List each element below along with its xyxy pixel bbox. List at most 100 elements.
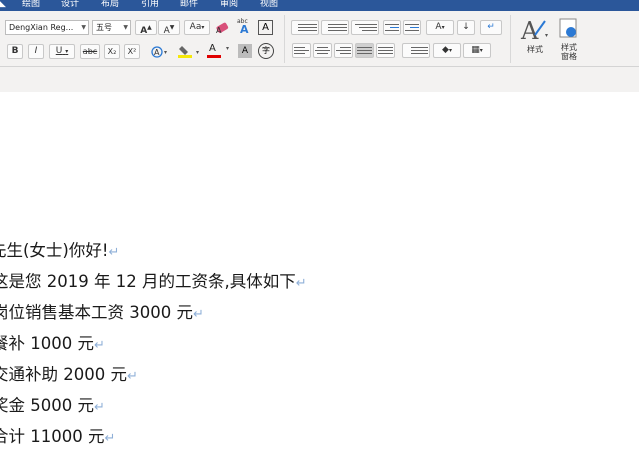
decrease-indent-button[interactable]	[383, 20, 401, 35]
chinese-layout-icon: A▾	[435, 22, 445, 32]
tab-draw[interactable]: 绘图	[22, 0, 40, 10]
font-name-value: DengXian Reg...	[9, 23, 74, 32]
align-right-icon	[335, 44, 352, 54]
font-color-button[interactable]: A ▾	[206, 43, 234, 59]
line-text: 交通补助 2000 元	[0, 365, 127, 384]
ribbon-tab-bar: ◣ 绘图 设计 布局 引用 邮件 审阅 视图	[0, 0, 639, 11]
align-center-icon	[314, 44, 331, 54]
tab-review[interactable]: 审阅	[220, 0, 238, 10]
highlight-button[interactable]: ▾	[176, 44, 204, 59]
character-shading-icon: A	[241, 46, 249, 56]
change-case-button[interactable]: Aa▾	[184, 20, 210, 35]
line-spacing-button[interactable]	[402, 43, 430, 58]
tab-mailings[interactable]: 邮件	[180, 0, 198, 10]
document-line: 交通补助 2000 元↵	[0, 363, 138, 387]
document-line: 先生(女士)你好!↵	[0, 239, 119, 263]
group-divider	[510, 15, 511, 63]
chinese-layout-button[interactable]: A▾	[426, 20, 454, 35]
font-name-select[interactable]: DengXian Reg... ▼	[5, 20, 89, 35]
phonetic-a-icon: A	[240, 23, 249, 36]
svg-text:▾: ▾	[164, 49, 167, 56]
styles-icon: A ▾	[520, 17, 548, 45]
align-left-button[interactable]	[292, 43, 311, 58]
paragraph-mark-icon: ↵	[104, 431, 116, 446]
show-marks-button[interactable]: ↵	[480, 20, 502, 35]
paragraph-mark-icon: ↵	[192, 307, 204, 322]
bold-button[interactable]: B	[7, 44, 23, 59]
document-line: 餐补 1000 元↵	[0, 332, 105, 356]
strikethrough-button[interactable]: abc	[80, 44, 100, 59]
change-case-icon: Aa▾	[189, 22, 205, 32]
font-size-select[interactable]: 五号 ▼	[92, 20, 131, 35]
paragraph-mark-icon: ↵	[487, 22, 495, 32]
document-line: 合计 11000 元↵	[0, 425, 115, 449]
underline-label: U	[55, 46, 63, 56]
ribbon-home: DengXian Reg... ▼ 五号 ▼ A▲ A▼ Aa▾ A abc A…	[0, 11, 639, 67]
align-left-icon	[293, 44, 310, 54]
align-right-button[interactable]	[334, 43, 353, 58]
multilevel-list-button[interactable]	[351, 20, 379, 35]
font-color-label: A	[209, 43, 216, 54]
numbering-button[interactable]	[321, 20, 349, 35]
subscript-button[interactable]: X₂	[104, 44, 120, 59]
document-line: 奖金 5000 元↵	[0, 394, 105, 418]
shrink-font-button[interactable]: A▼	[158, 20, 180, 36]
styles-label: 样式	[527, 45, 543, 54]
bullets-icon	[292, 21, 318, 31]
paragraph-mark-icon: ↵	[295, 276, 307, 291]
enclose-characters-button[interactable]: 字	[258, 43, 274, 59]
enclose-characters-label: 字	[262, 46, 270, 55]
underline-button[interactable]: U ▾	[49, 44, 75, 59]
distributed-button[interactable]	[376, 43, 395, 58]
phonetic-guide-button[interactable]: abc A	[236, 18, 254, 36]
line-spacing-icon	[403, 44, 429, 54]
svg-text:▾: ▾	[196, 49, 199, 56]
chevron-down-icon: ▼	[123, 24, 128, 31]
paint-bucket-icon: ◆▾	[442, 45, 452, 55]
ruler-area	[0, 67, 639, 92]
tab-references[interactable]: 引用	[141, 0, 159, 10]
character-border-button[interactable]: A	[258, 20, 273, 35]
paragraph-mark-icon: ↵	[108, 245, 120, 260]
tab-view[interactable]: 视图	[260, 0, 278, 10]
shading-button[interactable]: ◆▾	[433, 43, 461, 58]
document-page[interactable]: 先生(女士)你好!↵ 这是您 2019 年 12 月的工资条,具体如下↵ 岗位销…	[0, 92, 639, 465]
align-center-button[interactable]	[313, 43, 332, 58]
bullets-button[interactable]	[291, 20, 319, 35]
document-line: 这是您 2019 年 12 月的工资条,具体如下↵	[0, 270, 307, 294]
tab-layout[interactable]: 布局	[101, 0, 119, 10]
italic-button[interactable]: I	[28, 44, 44, 59]
tab-design[interactable]: 设计	[61, 0, 79, 10]
superscript-button[interactable]: X²	[124, 44, 140, 59]
sort-icon: ↓	[462, 22, 470, 32]
numbering-icon	[322, 21, 348, 31]
increase-indent-icon	[404, 21, 420, 31]
multilevel-list-icon	[352, 21, 378, 31]
font-color-swatch	[207, 55, 221, 58]
svg-text:A: A	[216, 26, 222, 35]
svg-text:▾: ▾	[545, 32, 548, 39]
chevron-down-icon: ▾	[65, 48, 69, 55]
character-shading-button[interactable]: A	[238, 44, 252, 58]
svg-text:A: A	[520, 17, 539, 43]
borders-button[interactable]: ▦▾	[463, 43, 491, 58]
grow-font-button[interactable]: A▲	[135, 20, 157, 36]
sort-button[interactable]: ↓	[457, 20, 475, 35]
styles-pane-button[interactable]: 样式 窗格	[557, 17, 581, 63]
justify-icon	[356, 44, 373, 54]
increase-indent-button[interactable]	[403, 20, 421, 35]
styles-gallery-button[interactable]: A ▾ 样式	[519, 15, 551, 61]
eraser-icon: A	[216, 22, 229, 35]
paragraph-mark-icon: ↵	[93, 400, 105, 415]
tab-home-fragment[interactable]: ◣	[0, 0, 6, 10]
character-border-icon: A	[262, 22, 269, 33]
clear-formatting-button[interactable]: A	[214, 20, 232, 35]
line-text: 这是您 2019 年 12 月的工资条,具体如下	[0, 272, 296, 291]
text-effects-button[interactable]: A ▾	[149, 44, 171, 59]
decrease-indent-icon	[384, 21, 400, 31]
distributed-icon	[377, 44, 394, 54]
grow-font-icon: A▲	[140, 24, 152, 36]
borders-icon: ▦▾	[471, 45, 483, 55]
justify-button[interactable]	[355, 43, 374, 58]
font-size-value: 五号	[96, 23, 112, 32]
